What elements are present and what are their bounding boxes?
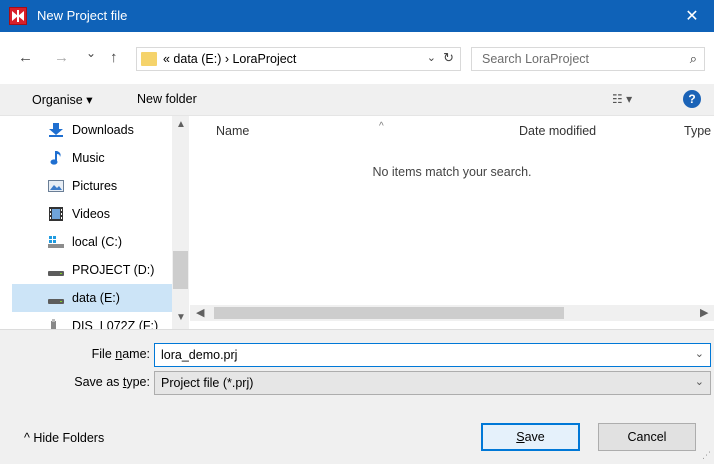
window-title: New Project file [37,8,128,23]
sidebar-item-videos[interactable]: Videos [12,200,172,228]
sidebar-item-dis-f[interactable]: DIS_L072Z (F:) [12,312,172,329]
search-input[interactable]: Search LoraProject ⌕ [471,47,705,71]
filename-value[interactable]: lora_demo.prj [161,348,237,362]
app-icon [9,7,27,25]
new-folder-button[interactable]: New folder [137,92,197,106]
chevron-down-icon[interactable]: ⌄ [695,347,704,360]
search-icon[interactable]: ⌕ [690,51,697,67]
back-icon[interactable]: ← [18,49,33,66]
search-placeholder: Search LoraProject [482,52,590,66]
sidebar-item-music[interactable]: Music [12,144,172,172]
scrollbar-thumb[interactable] [214,307,564,319]
sidebar-item-project-d[interactable]: PROJECT (D:) [12,256,172,284]
usb-drive-icon [51,319,56,329]
column-header-type[interactable]: Type [684,124,711,138]
up-folder-icon[interactable]: ↑ [110,49,118,66]
recent-locations-icon[interactable]: ⌄ [86,46,96,60]
sidebar-item-downloads[interactable]: Downloads [12,116,172,144]
scroll-left-icon[interactable]: ◀ [196,306,204,319]
filename-input[interactable]: lora_demo.prj ⌄ [154,343,711,367]
save-type-select[interactable]: Project file (*.prj) ⌄ [154,371,711,395]
videos-icon [49,207,63,221]
scroll-up-icon[interactable]: ▲ [176,119,186,130]
drive-icon [48,271,64,276]
title-bar: New Project file ✕ [0,0,714,32]
save-type-value: Project file (*.prj) [161,376,254,390]
column-header-date[interactable]: Date modified [519,124,596,138]
close-button[interactable]: ✕ [670,0,714,32]
file-list: Name ^ Date modified Type No items match … [190,116,714,329]
sidebar-item-data-e[interactable]: data (E:) [12,284,172,312]
scroll-right-icon[interactable]: ▶ [700,306,708,319]
sidebar-item-local-c[interactable]: local (C:) [12,228,172,256]
drive-icon [48,299,64,304]
column-header-name[interactable]: Name ^ [216,121,384,138]
empty-message: No items match your search. [372,165,532,179]
cancel-button[interactable]: Cancel [598,423,696,451]
command-toolbar: Organise ▾ New folder ☷ ▾ ? [0,84,714,116]
refresh-icon[interactable]: ↻ [443,50,454,66]
save-panel: File name: lora_demo.prj ⌄ Save as type:… [0,329,714,464]
sidebar-item-pictures[interactable]: Pictures [12,172,172,200]
pictures-icon [48,180,64,192]
music-icon [50,151,61,165]
filename-label: File name: [91,347,150,361]
windows-drive-icon [48,236,64,248]
folder-icon [141,52,157,66]
navigation-pane: Downloads Music Pictures Videos local (C… [12,116,190,329]
scroll-down-icon[interactable]: ▼ [176,312,186,323]
organise-button[interactable]: Organise ▾ [32,92,92,107]
hide-folders-button[interactable]: ^ Hide Folders [24,431,104,445]
help-icon[interactable]: ? [683,90,701,108]
address-path[interactable]: « data (E:) › LoraProject [163,52,296,66]
chevron-down-icon[interactable]: ⌄ [427,51,436,64]
sort-ascending-icon: ^ [379,121,384,132]
save-type-label: Save as type: [74,375,150,389]
download-icon [49,123,63,137]
address-bar[interactable]: « data (E:) › LoraProject ⌄ ↻ [136,47,461,71]
close-icon: ✕ [685,8,699,25]
filelist-scrollbar[interactable]: ◀ ▶ [190,305,714,321]
forward-icon[interactable]: → [54,49,69,66]
resize-grip[interactable]: ⋰ [702,450,711,461]
save-button[interactable]: Save [481,423,580,451]
sidebar-scrollbar[interactable]: ▲ ▼ [172,116,189,329]
scrollbar-thumb[interactable] [173,251,188,289]
chevron-down-icon[interactable]: ⌄ [695,375,704,388]
view-options-icon[interactable]: ☷ ▾ [612,92,632,106]
